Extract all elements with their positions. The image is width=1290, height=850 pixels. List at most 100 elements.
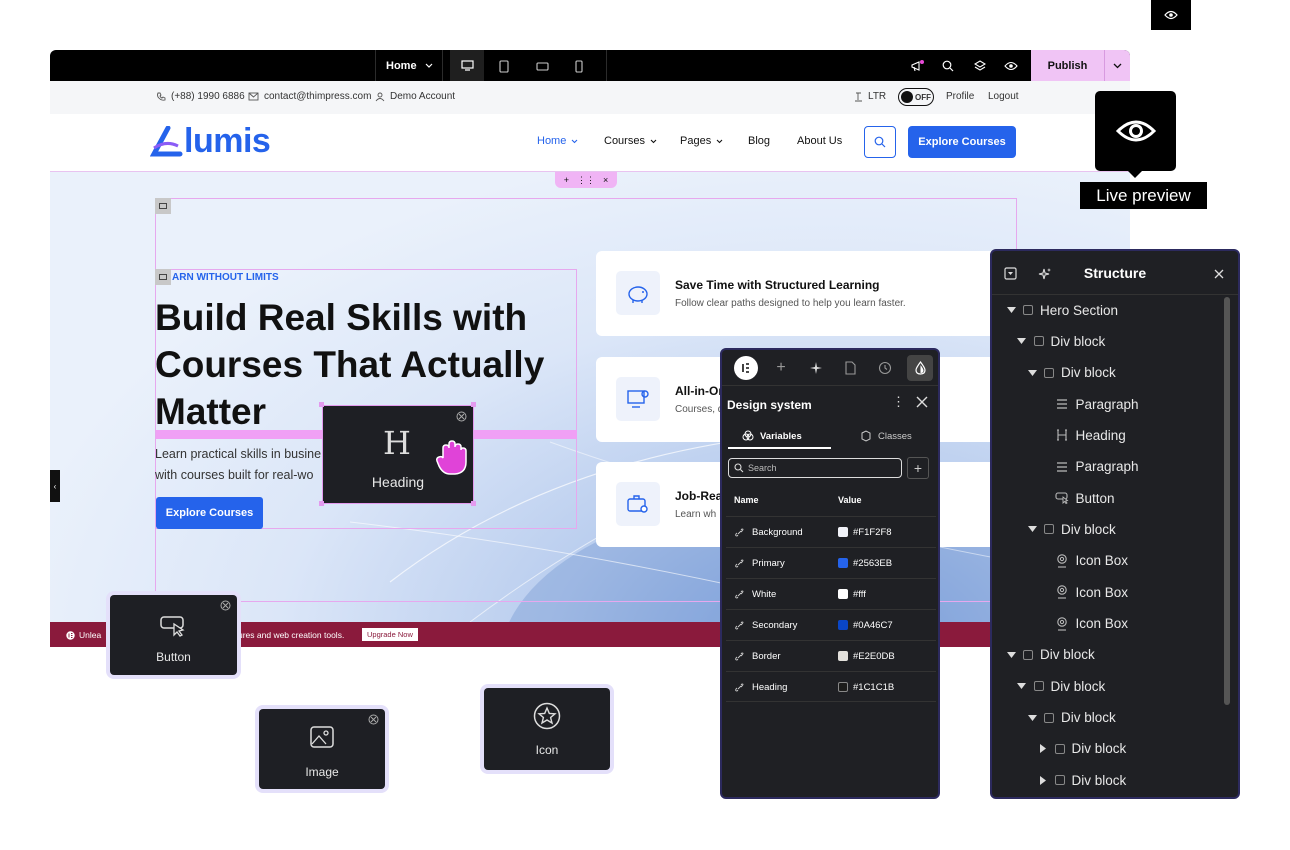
structure-item[interactable]: Heading xyxy=(1038,424,1126,446)
logout-link[interactable]: Logout xyxy=(988,91,1019,102)
variable-row[interactable]: Background #F1F2F8 xyxy=(726,516,936,547)
structure-item[interactable]: Div block xyxy=(1006,644,1095,666)
nav-home[interactable]: Home xyxy=(537,135,578,147)
structure-item[interactable]: Paragraph xyxy=(1038,456,1139,478)
structure-scrollbar[interactable] xyxy=(1224,297,1230,705)
layers-button[interactable] xyxy=(971,57,989,75)
structure-item[interactable]: Button xyxy=(1038,487,1115,509)
publish-options-button[interactable] xyxy=(1104,50,1130,81)
announcements-button[interactable] xyxy=(908,57,926,75)
structure-item[interactable]: Div block xyxy=(1027,362,1116,384)
structure-item[interactable]: Paragraph xyxy=(1038,393,1139,415)
caret-down-icon[interactable] xyxy=(1027,526,1037,533)
search-button[interactable] xyxy=(939,57,957,75)
resize-handle[interactable] xyxy=(471,501,476,506)
caret-down-icon[interactable] xyxy=(1027,369,1037,376)
nav-courses[interactable]: Courses xyxy=(604,135,657,147)
hero-explore-button[interactable]: Explore Courses xyxy=(156,497,263,529)
variable-row[interactable]: Secondary #0A46C7 xyxy=(726,609,936,640)
preview-eye-button[interactable] xyxy=(1151,0,1191,30)
upgrade-now-button[interactable]: Upgrade Now xyxy=(362,628,418,641)
mobile-view-button[interactable] xyxy=(567,57,591,75)
caret-down-icon[interactable] xyxy=(1017,338,1027,345)
nav-pages[interactable]: Pages xyxy=(680,135,723,147)
resize-handle[interactable] xyxy=(319,402,324,407)
caret-down-icon[interactable] xyxy=(1006,307,1016,313)
close-structure-button[interactable] xyxy=(1214,269,1224,279)
more-options-icon[interactable]: ⋮ xyxy=(892,394,905,410)
add-element-button[interactable]: + xyxy=(771,358,791,378)
heading-widget-dragging[interactable]: H Heading xyxy=(322,405,474,504)
structure-item[interactable]: Icon Box xyxy=(1038,613,1128,635)
caret-down-icon[interactable] xyxy=(1006,651,1016,658)
structure-item[interactable]: Div block xyxy=(1017,330,1105,352)
tab-variables[interactable]: Variables xyxy=(742,430,802,442)
ai-button[interactable] xyxy=(806,358,826,378)
design-system-button[interactable] xyxy=(907,355,933,381)
color-swatch xyxy=(838,620,848,630)
structure-item[interactable]: Hero Section xyxy=(1006,299,1118,321)
variable-row[interactable]: White #fff xyxy=(726,578,936,609)
left-column-handle[interactable] xyxy=(155,269,171,285)
profile-link[interactable]: Profile xyxy=(946,91,974,102)
structure-item[interactable]: Div block xyxy=(1038,738,1127,760)
caret-down-icon[interactable] xyxy=(1017,683,1027,690)
caret-down-icon[interactable] xyxy=(1027,714,1037,721)
structure-item[interactable]: Div block xyxy=(1017,675,1105,697)
drag-handle-icon[interactable]: ⋮⋮ xyxy=(577,175,595,186)
resize-handle[interactable] xyxy=(319,501,324,506)
variable-row[interactable]: Border #E2E0DB xyxy=(726,640,936,671)
nav-blog[interactable]: Blog xyxy=(748,135,770,147)
pages-button[interactable] xyxy=(840,358,860,378)
hero-section[interactable]: + ⋮⋮ × ARN WITHOUT LIMITS Build Real Ski… xyxy=(50,172,1130,622)
desktop-view-button[interactable] xyxy=(450,50,484,81)
site-logo[interactable]: lumis xyxy=(184,122,271,161)
history-button[interactable] xyxy=(875,358,895,378)
link-icon xyxy=(735,528,744,537)
variable-name: Secondary xyxy=(752,620,798,631)
tab-classes[interactable]: Classes xyxy=(860,430,912,442)
nav-courses-label: Courses xyxy=(604,135,645,147)
explore-courses-nav-button[interactable]: Explore Courses xyxy=(908,126,1016,158)
grab-hand-cursor-icon xyxy=(436,440,467,475)
variable-row[interactable]: Primary #2563EB xyxy=(726,547,936,578)
button-widget[interactable]: Button xyxy=(110,595,237,675)
icon-widget[interactable]: Icon xyxy=(484,688,610,770)
structure-item[interactable]: Icon Box xyxy=(1038,581,1128,603)
panel-collapse-tab[interactable]: ‹ xyxy=(50,470,60,502)
resize-handle[interactable] xyxy=(471,402,476,407)
structure-item[interactable]: Div block xyxy=(1027,518,1116,540)
add-variable-button[interactable]: + xyxy=(907,457,929,479)
dark-mode-toggle[interactable]: OFF xyxy=(898,88,934,106)
variable-row[interactable]: Heading #1C1C1B xyxy=(726,671,936,702)
variables-search-input[interactable]: Search xyxy=(728,458,902,478)
close-ds-button[interactable] xyxy=(916,396,928,408)
link-icon xyxy=(735,683,744,692)
structure-item[interactable]: Div block xyxy=(1027,707,1116,729)
publish-button[interactable]: Publish xyxy=(1031,50,1104,81)
caret-right-icon[interactable] xyxy=(1038,744,1048,754)
sparkle-icon xyxy=(810,362,822,374)
feature-card-1[interactable]: Save Time with Structured Learning Follo… xyxy=(596,251,1016,336)
structure-item[interactable]: Div block xyxy=(1038,769,1126,791)
add-icon[interactable]: + xyxy=(564,175,569,185)
icon-box-icon xyxy=(1055,554,1069,568)
promo-left-text: Unlea xyxy=(79,630,102,640)
structure-item-label: Div block xyxy=(1071,741,1127,757)
tablet-landscape-view-button[interactable] xyxy=(530,57,554,75)
site-search-button[interactable] xyxy=(864,126,896,158)
section-toolbar[interactable]: + ⋮⋮ × xyxy=(555,172,617,188)
structure-item[interactable]: Icon Box xyxy=(1038,550,1128,572)
live-preview-button[interactable] xyxy=(1095,91,1176,171)
preview-button[interactable] xyxy=(1002,57,1020,75)
nav-about-us[interactable]: About Us xyxy=(797,135,842,147)
direction-switch[interactable]: LTR xyxy=(854,91,886,102)
container-handle[interactable] xyxy=(155,198,171,214)
page-selector[interactable]: Home xyxy=(386,50,440,81)
close-icon[interactable]: × xyxy=(603,175,608,185)
caret-right-icon[interactable] xyxy=(1038,775,1048,785)
image-widget[interactable]: Image xyxy=(259,709,385,789)
tablet-view-button[interactable] xyxy=(492,57,516,75)
account-link[interactable]: Demo Account xyxy=(375,91,455,102)
elementor-menu-button[interactable] xyxy=(734,356,758,380)
